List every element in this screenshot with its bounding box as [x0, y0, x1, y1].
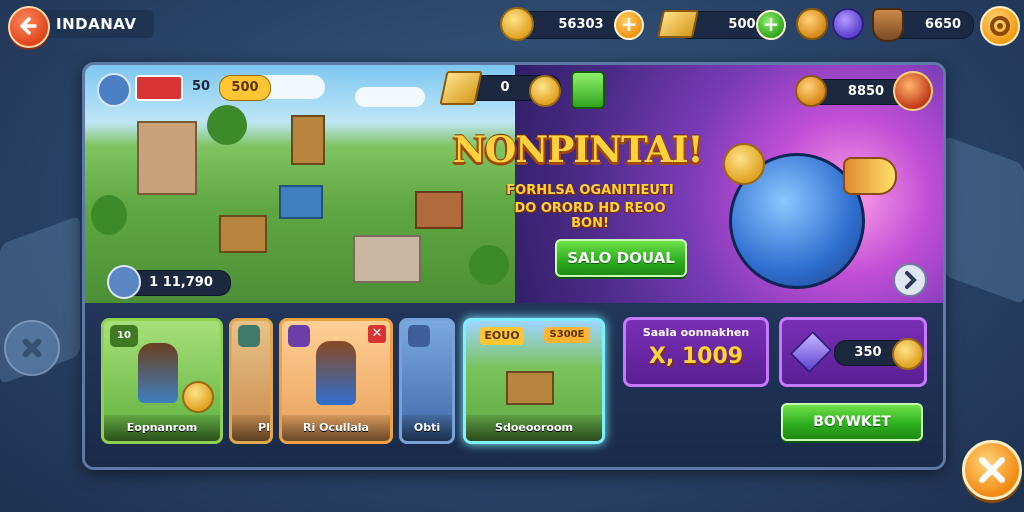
coin-icon — [892, 338, 924, 370]
card-label: Pl — [232, 415, 270, 441]
trophy-icon — [795, 75, 827, 107]
side-x-button[interactable] — [4, 320, 60, 376]
tree — [207, 105, 247, 145]
offer-box[interactable]: Saala oonnakhen X, 1009 — [623, 317, 769, 387]
hut — [219, 215, 267, 253]
hero-figure — [138, 343, 178, 403]
featured-tag: EOUO — [480, 327, 524, 345]
hero-card-3[interactable]: ✕ Ri Ocullala — [279, 318, 393, 444]
currency-gold-icon — [439, 71, 483, 105]
bg-right-plate — [944, 135, 1024, 305]
add-gold-button[interactable]: + — [614, 10, 644, 40]
card-label: Eopnanrom — [104, 415, 220, 441]
shop-panel: 50 500 1 11,790 0 8850 NONPINTAI! FORHLS… — [82, 62, 946, 470]
card-label: Sdoeooroom — [466, 415, 602, 441]
card-rank-badge — [408, 325, 430, 347]
gem-pack-icon[interactable] — [571, 71, 605, 109]
population-value: 1 11,790 — [149, 275, 213, 290]
hut — [279, 185, 323, 219]
arrow-left-icon — [20, 17, 37, 35]
resource-bars-value: 500 — [728, 17, 756, 32]
card-label: Obti — [402, 415, 452, 441]
resource-gold-value: 56303 — [558, 17, 604, 32]
add-bars-button[interactable]: + — [756, 10, 786, 40]
promo-subtitle-line2: DO ORORD HD REOO BON! — [514, 201, 666, 231]
close-button[interactable] — [962, 440, 1022, 500]
back-button[interactable] — [8, 6, 50, 48]
gold-bars-icon — [657, 10, 699, 38]
promo-subtitle-line1: FORHLSA OGANITIEUTI — [506, 183, 674, 198]
flag-badge — [135, 75, 183, 101]
offer-label: Saala oonnakhen — [642, 326, 750, 339]
population-icon — [107, 265, 141, 299]
coin-icon — [182, 381, 214, 413]
map-badge-right: 500 — [219, 75, 271, 101]
gem-offer-box[interactable]: 350 — [779, 317, 927, 387]
page-title: INDANAV — [40, 10, 155, 38]
promo-gem-value: 8850 — [847, 84, 885, 99]
card-label: Ri Ocullala — [282, 415, 390, 441]
offer-amount: X, 1009 — [648, 344, 744, 369]
mini-village — [506, 371, 554, 405]
close-icon — [979, 457, 1005, 483]
settings-button[interactable] — [980, 6, 1020, 46]
promo-currency-value: 0 — [500, 80, 510, 95]
resource-shield-value: 6650 — [924, 17, 962, 32]
promo-title: NONPINTAI! — [453, 129, 703, 171]
gem-offer-price-value: 350 — [854, 345, 882, 360]
hero-card-2[interactable]: Pl — [229, 318, 273, 444]
gold-coin-icon — [500, 7, 534, 41]
card-close-icon[interactable]: ✕ — [368, 325, 386, 343]
chest-icon[interactable] — [893, 71, 933, 111]
profile-badge[interactable] — [97, 73, 131, 107]
featured-card[interactable]: EOUO S300E Sdoeooroom — [463, 318, 605, 444]
hero-figure — [316, 341, 356, 405]
shield-icon — [872, 8, 904, 42]
chevron-right-icon — [905, 271, 917, 289]
stone-tower — [137, 121, 197, 195]
buy-button[interactable]: BOYWKET — [781, 403, 923, 441]
trophy-icon[interactable] — [796, 8, 828, 40]
robot-rocket — [843, 157, 897, 195]
next-arrow-button[interactable] — [893, 263, 927, 297]
watchtower — [291, 115, 325, 165]
card-rank-badge — [288, 325, 310, 347]
map-badge-left: 50 — [191, 79, 211, 94]
robot-coin — [723, 143, 765, 185]
hut — [353, 235, 421, 283]
cloud-shape — [355, 87, 425, 107]
card-level-badge: 10 — [110, 325, 138, 347]
tree — [91, 195, 127, 235]
hero-card-1[interactable]: 10 Eopnanrom — [101, 318, 223, 444]
featured-tag-2: S300E — [544, 327, 590, 343]
gear-icon — [990, 16, 1010, 36]
card-rank-badge — [238, 325, 260, 347]
promo-cta-button[interactable]: SALO DOUAL — [555, 239, 687, 277]
tree — [469, 245, 509, 285]
gem-crystal-icon — [790, 331, 832, 373]
gem-icon[interactable] — [832, 8, 864, 40]
arrow-coin-icon[interactable] — [529, 75, 561, 107]
hut — [415, 191, 463, 229]
hero-card-4[interactable]: Obti — [399, 318, 455, 444]
